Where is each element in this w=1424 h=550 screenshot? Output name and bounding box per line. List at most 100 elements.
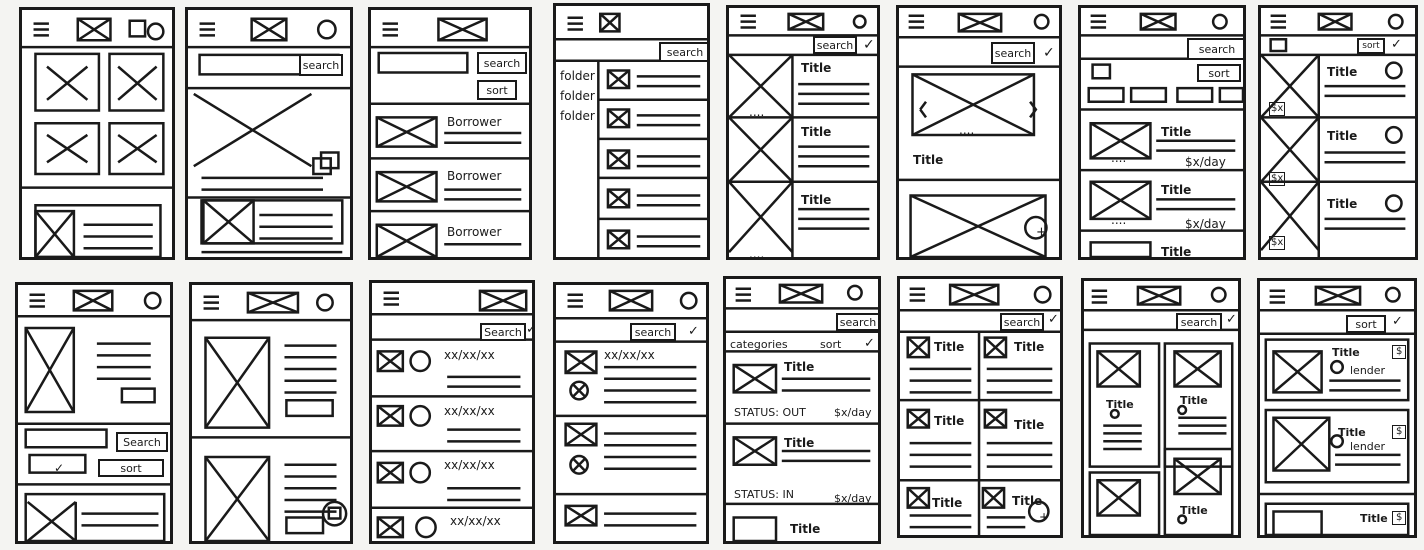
- frame-detail-images: [189, 282, 353, 544]
- price-label: $x/day: [1185, 155, 1226, 169]
- lender-label: lender: [1350, 364, 1386, 377]
- check-icon[interactable]: ✓: [1043, 46, 1055, 60]
- price-tag: $: [1392, 511, 1407, 525]
- item-title: Title: [1180, 394, 1208, 407]
- sort-button[interactable]: sort: [1357, 38, 1385, 54]
- item-title: Title: [1332, 346, 1360, 359]
- entry-date: xx/xx/xx: [444, 404, 495, 418]
- search-button[interactable]: search: [813, 36, 857, 54]
- entry-date: xx/xx/xx: [444, 458, 495, 472]
- sort-button[interactable]: sort: [1346, 315, 1386, 333]
- entry-date: xx/xx/xx: [450, 514, 501, 528]
- frame-borrower-list: search sort Borrower Borrower Borrower: [368, 7, 532, 260]
- filter-icon[interactable]: ✓: [1392, 315, 1403, 328]
- add-icon[interactable]: +: [1039, 511, 1049, 523]
- folder-item[interactable]: folder: [560, 90, 595, 102]
- search-button[interactable]: search: [299, 54, 343, 76]
- item-title: Title: [934, 340, 965, 354]
- check-icon[interactable]: ✓: [1226, 313, 1237, 326]
- wireframe-sheet: search search sort Borrower Borrower Bor…: [0, 0, 1424, 550]
- frame-detail-filter: Search ✓ sort: [15, 282, 173, 544]
- filter-icon[interactable]: ✓: [1391, 38, 1402, 51]
- carousel-dots: ....: [1111, 213, 1127, 227]
- item-title: Title: [1327, 65, 1358, 79]
- frame-filter-list: search sort Title $x/day .... Title $x/d…: [1078, 5, 1246, 260]
- price-tag: $x: [1269, 102, 1286, 116]
- carousel-dots: ....: [959, 123, 975, 137]
- check-icon[interactable]: ✓: [688, 325, 699, 338]
- item-title: Title: [1014, 418, 1045, 432]
- item-title: Title: [1161, 183, 1192, 197]
- search-button[interactable]: search: [477, 52, 527, 74]
- frame-status-list: search categories sort ✓ Title STATUS: O…: [723, 276, 881, 544]
- item-title: Title: [801, 61, 832, 75]
- item-title: Title: [1161, 245, 1192, 259]
- check-icon[interactable]: ✓: [1048, 313, 1059, 326]
- price-label: $x/day: [834, 492, 872, 505]
- sort-dropdown[interactable]: sort: [820, 339, 841, 350]
- frame-dated-thread: search ✓ xx/xx/xx: [553, 282, 709, 544]
- search-button[interactable]: search: [1187, 38, 1243, 60]
- search-button[interactable]: Search: [116, 432, 168, 452]
- frame-search-hero: search: [185, 7, 353, 260]
- item-title: Title: [1012, 494, 1043, 508]
- entry-date: xx/xx/xx: [604, 348, 655, 362]
- item-title: Title: [932, 496, 963, 510]
- carousel-dots: ....: [1111, 151, 1127, 165]
- price-tag: $x: [1269, 172, 1286, 186]
- item-title: Title: [801, 193, 832, 207]
- borrower-label: Borrower: [447, 225, 502, 239]
- search-button[interactable]: search: [1000, 313, 1044, 331]
- frame-price-tags: sort ✓ Title Title Title $x $x $x: [1258, 5, 1418, 260]
- sort-button[interactable]: sort: [1197, 64, 1241, 82]
- categories-dropdown[interactable]: categories: [730, 339, 788, 350]
- filter-icon[interactable]: ✓: [54, 462, 64, 474]
- item-title: Title: [790, 522, 821, 536]
- frame-title-list: search ✓ Title Title Title .... ....: [726, 5, 880, 260]
- borrower-label: Borrower: [447, 169, 502, 183]
- sort-button[interactable]: sort: [477, 80, 517, 100]
- frame-carousel: search ✓ .... Title +: [896, 5, 1062, 260]
- search-button[interactable]: search: [659, 42, 707, 62]
- price-label: $x/day: [1185, 217, 1226, 231]
- carousel-dots: ....: [749, 105, 765, 119]
- item-title: Title: [1360, 512, 1388, 525]
- frame-dated-entries: Search ✓ xx/xx/xx xx/xx/xx xx/xx/xx xx/x…: [369, 280, 535, 544]
- folder-item[interactable]: folder: [560, 70, 595, 82]
- folder-item[interactable]: folder: [560, 110, 595, 122]
- check-icon[interactable]: ✓: [864, 337, 875, 350]
- search-button[interactable]: search: [836, 313, 878, 331]
- item-title: Title: [934, 414, 965, 428]
- price-tag: $x: [1269, 236, 1286, 250]
- frame-card-grid: search ✓ Title Title Title: [1081, 278, 1241, 538]
- lender-label: lender: [1350, 440, 1386, 453]
- item-title: Title: [784, 436, 815, 450]
- item-title: Title: [1180, 504, 1208, 517]
- price-tag: $: [1392, 345, 1407, 359]
- item-title: Title: [784, 360, 815, 374]
- frame-folders: search folder folder folder: [553, 3, 710, 260]
- item-title: Title: [1327, 197, 1358, 211]
- search-button[interactable]: search: [1176, 313, 1222, 331]
- sort-button[interactable]: sort: [98, 459, 164, 477]
- entry-date: xx/xx/xx: [444, 348, 495, 362]
- borrower-label: Borrower: [447, 115, 502, 129]
- search-button[interactable]: search: [991, 42, 1035, 64]
- status-out: STATUS: OUT: [734, 406, 806, 419]
- check-icon[interactable]: ✓: [526, 323, 532, 336]
- item-title: Title: [1106, 398, 1134, 411]
- item-title: Title: [801, 125, 832, 139]
- item-title: Title: [1327, 129, 1358, 143]
- check-icon[interactable]: ✓: [863, 38, 875, 52]
- carousel-dots: ....: [749, 247, 765, 260]
- frame-lender-list: sort ✓ Title lender $ Title lender $ Tit…: [1257, 278, 1417, 538]
- item-title: Title: [1161, 125, 1192, 139]
- frame-grid-home: [19, 7, 175, 260]
- item-title: Title: [1014, 340, 1045, 354]
- price-tag: $: [1392, 425, 1407, 439]
- add-icon[interactable]: +: [1036, 226, 1047, 239]
- item-title: Title: [1338, 426, 1366, 439]
- frame-title-grid: search ✓ Title Title Title Title Title T…: [897, 276, 1063, 538]
- search-button[interactable]: Search: [480, 323, 526, 341]
- search-button[interactable]: search: [630, 323, 676, 341]
